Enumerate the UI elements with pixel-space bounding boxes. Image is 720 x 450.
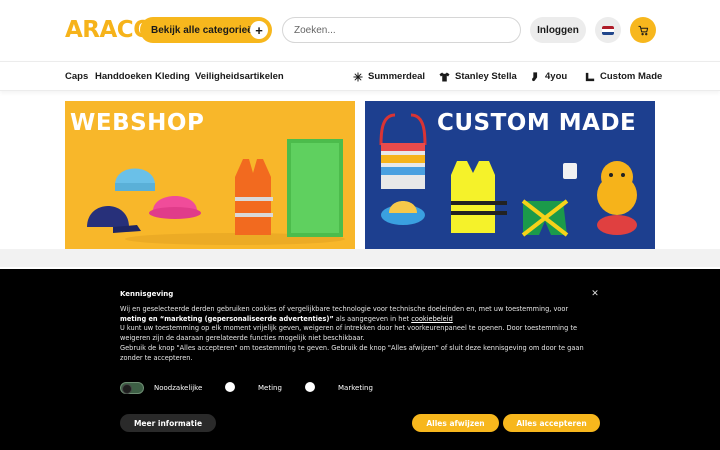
nav-item-label: 4you (545, 71, 568, 82)
webshop-products-illustration (87, 139, 345, 245)
tshirt-icon (439, 71, 450, 82)
search-input[interactable] (282, 17, 521, 43)
cookie-paragraph-3: Gebruik de knop "Alles accepteren" om to… (120, 343, 584, 362)
nav-item-kleding[interactable]: Kleding (155, 71, 190, 82)
login-label: Inloggen (537, 24, 579, 36)
close-icon[interactable]: ✕ (590, 288, 600, 298)
reject-all-label: Alles afwijzen (426, 418, 485, 428)
nav-item-label: Kleding (155, 71, 190, 82)
cookie-notice: Kennisgeving ✕ Wij en geselecteerde derd… (0, 269, 720, 450)
banner-area: WEBSHOP CUSTOM MADE (0, 101, 720, 249)
cookie-paragraph-1: Wij en geselecteerde derden gebruiken co… (120, 305, 592, 324)
more-info-label: Meer informatie (133, 418, 203, 428)
cookie-title: Kennisgeving (120, 290, 174, 298)
login-button[interactable]: Inloggen (530, 17, 586, 43)
all-categories-button[interactable]: Bekijk alle categorieën + (140, 17, 272, 43)
nav-item-veiligheidsartikelen[interactable]: Veiligheidsartikelen (195, 71, 284, 82)
nav-item-caps[interactable]: Caps (65, 71, 88, 82)
nav-item-stanley-stella[interactable]: Stanley Stella (439, 71, 517, 82)
plus-icon: + (250, 21, 268, 39)
marketing-checkbox[interactable] (305, 382, 315, 392)
more-info-button[interactable]: Meer informatie (120, 414, 216, 432)
nav-item-summerdeal[interactable]: Summerdeal (353, 71, 425, 82)
cookie-text-part: als aangegeven in het (333, 314, 412, 323)
accept-all-button[interactable]: Alles accepteren (503, 414, 600, 432)
custom-made-banner[interactable]: CUSTOM MADE (365, 101, 655, 249)
custom-products-illustration (379, 113, 637, 237)
nav-item-label: Custom Made (600, 71, 663, 82)
nav-item-label: Veiligheidsartikelen (195, 71, 284, 82)
sock-icon (532, 71, 538, 81)
header: ARACO Bekijk alle categorieën + Inloggen (0, 0, 720, 61)
cart-button[interactable] (630, 17, 656, 43)
ruler-icon (585, 72, 595, 81)
necessary-label: Noodzakelijke (154, 384, 203, 392)
nav-item-4you[interactable]: 4you (530, 71, 567, 82)
category-nav: Caps Handdoeken Kleding Veiligheidsartik… (0, 61, 720, 91)
webshop-banner[interactable]: WEBSHOP (65, 101, 355, 249)
reject-all-button[interactable]: Alles afwijzen (412, 414, 499, 432)
nav-item-label: Summerdeal (368, 71, 426, 82)
nav-item-custom-made[interactable]: Custom Made (585, 71, 662, 82)
cart-icon (637, 25, 648, 35)
nav-item-label: Stanley Stella (455, 71, 517, 82)
language-button[interactable] (595, 17, 621, 43)
cookie-text-emphasis: meting en “marketing (gepersonaliseerde … (120, 314, 334, 323)
section-divider (0, 249, 720, 267)
measurement-checkbox[interactable] (225, 382, 235, 392)
dutch-flag-icon (602, 25, 614, 35)
marketing-label: Marketing (338, 384, 373, 392)
cookie-paragraph-2: U kunt uw toestemming op elk moment vrij… (120, 324, 578, 343)
nav-item-handdoeken[interactable]: Handdoeken (95, 71, 152, 82)
cookie-text: Wij en geselecteerde derden gebruiken co… (120, 305, 592, 363)
snowflake-icon (353, 71, 363, 82)
accept-all-label: Alles accepteren (516, 418, 587, 428)
nav-item-label: Caps (65, 71, 89, 82)
cookie-text-part: Wij en geselecteerde derden gebruiken co… (120, 305, 569, 313)
necessary-toggle[interactable] (120, 382, 144, 394)
cookie-policy-link[interactable]: cookiebeleid (411, 315, 453, 323)
nav-item-label: Handdoeken (95, 71, 153, 82)
measurement-label: Meting (258, 384, 282, 392)
all-categories-label: Bekijk alle categorieën (151, 24, 259, 36)
